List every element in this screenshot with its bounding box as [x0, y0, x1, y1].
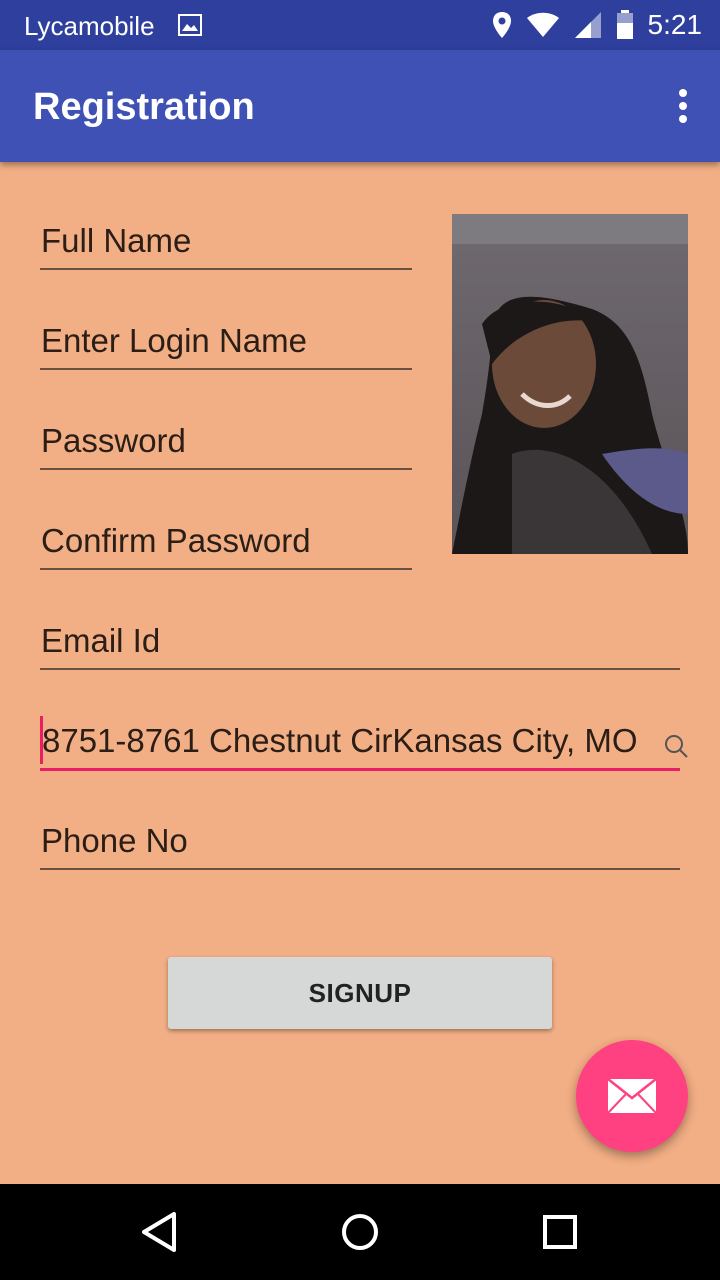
navigation-bar: [0, 1184, 720, 1280]
login-name-placeholder: Enter Login Name: [41, 322, 307, 359]
profile-photo-image: [452, 214, 688, 554]
address-value: 8751-8761 Chestnut CirKansas City, MO: [42, 722, 638, 759]
recents-icon[interactable]: [534, 1206, 586, 1258]
text-selection-handle-icon[interactable]: [664, 734, 688, 758]
confirm-password-field[interactable]: Confirm Password: [40, 512, 412, 570]
app-bar: Registration: [0, 50, 720, 162]
mail-icon: [607, 1078, 657, 1114]
overflow-menu-icon[interactable]: [676, 88, 690, 124]
status-bar: Lycamobile 5:21: [0, 0, 720, 50]
image-icon: [178, 14, 202, 36]
confirm-password-placeholder: Confirm Password: [41, 522, 311, 559]
password-placeholder: Password: [41, 422, 186, 459]
signup-button[interactable]: SIGNUP: [168, 957, 552, 1029]
email-placeholder: Email Id: [41, 622, 161, 659]
fab-mail-button[interactable]: [576, 1040, 688, 1152]
login-name-field[interactable]: Enter Login Name: [40, 312, 412, 370]
back-icon[interactable]: [134, 1206, 186, 1258]
full-name-field[interactable]: Full Name: [40, 212, 412, 270]
home-icon[interactable]: [334, 1206, 386, 1258]
phone-field[interactable]: Phone No: [40, 812, 680, 870]
password-field[interactable]: Password: [40, 412, 412, 470]
status-icons: 5:21: [492, 0, 703, 50]
wifi-icon: [526, 12, 559, 37]
clock: 5:21: [647, 9, 703, 40]
profile-photo[interactable]: [452, 214, 688, 554]
location-icon: [492, 12, 511, 38]
email-field[interactable]: Email Id: [40, 612, 680, 670]
phone-placeholder: Phone No: [41, 822, 188, 859]
full-name-placeholder: Full Name: [41, 222, 192, 259]
address-field[interactable]: 8751-8761 Chestnut CirKansas City, MO: [40, 712, 688, 771]
page-title: Registration: [33, 86, 255, 128]
carrier-name: Lycamobile: [24, 11, 155, 41]
signal-icon: [574, 12, 601, 38]
battery-icon: [616, 10, 633, 39]
